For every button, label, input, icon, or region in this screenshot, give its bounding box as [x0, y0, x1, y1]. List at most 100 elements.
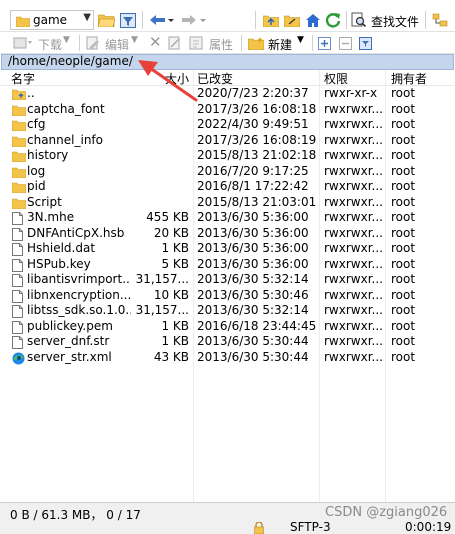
refresh-icon — [325, 13, 341, 28]
download-button[interactable]: 下载 — [38, 36, 62, 53]
file-modified: 2016/7/20 9:17:25 — [197, 163, 309, 178]
chevron-down-icon[interactable]: ▼ — [63, 35, 70, 45]
file-modified: 2013/6/30 5:36:00 — [197, 210, 309, 224]
back-button[interactable] — [148, 11, 176, 29]
file-name: channel_info — [27, 132, 103, 147]
file-size: 20 KB — [153, 225, 189, 240]
column-size-header[interactable]: 大小 — [165, 70, 189, 87]
file-permissions: rwxrwxr... — [324, 210, 382, 224]
file-modified: 2013/6/30 5:30:44 — [197, 349, 309, 364]
file-name: DNFAntiCpX.hsb — [27, 225, 125, 240]
folder-icon — [15, 15, 31, 30]
chevron-down-icon[interactable]: ▼ — [83, 12, 91, 23]
file-permissions: rwxrwxr... — [324, 179, 382, 193]
home-button[interactable] — [304, 11, 322, 29]
file-row[interactable]: .. 2020/7/23 2:20:37 rwxr-xr-x root — [0, 86, 455, 102]
file-owner: root — [391, 148, 416, 162]
path-bar[interactable]: /home/neople/game/ — [1, 54, 454, 70]
file-owner: root — [391, 179, 416, 193]
file-name: server_dnf.str — [27, 334, 110, 348]
column-name-header[interactable]: 名字 — [11, 70, 35, 87]
file-owner: root — [391, 241, 416, 255]
connection-status-bar: SFTP-3 0:00:19 — [0, 522, 455, 534]
refresh-button[interactable] — [324, 11, 342, 29]
file-name: history — [27, 148, 69, 162]
lock-icon — [253, 522, 265, 534]
file-name: libtss_sdk.so.1.0... — [27, 303, 131, 317]
folder-combo[interactable]: game ▼ — [10, 10, 94, 30]
file-owner: root — [391, 210, 416, 224]
find-files-label[interactable]: 查找文件 — [371, 13, 419, 30]
file-owner: root — [391, 256, 416, 271]
file-row[interactable]: libtss_sdk.so.1.0... 31,157... 2013/6/30 5… — [0, 303, 455, 319]
file-row[interactable]: pid 2016/8/1 17:22:42 rwxrwxr... root — [0, 179, 455, 195]
file-row[interactable]: libnxencryption.... 10 KB 2013/6/30 5:30:4… — [0, 288, 455, 304]
file-permissions: rwxrwxr... — [324, 132, 382, 147]
filter-button[interactable] — [119, 11, 137, 29]
file-name: cfg — [27, 117, 46, 131]
file-row[interactable]: cfg 2022/4/30 9:49:51 rwxrwxr... root — [0, 117, 455, 133]
file-row[interactable]: Script 2015/8/13 21:03:01 rwxrwxr... root — [0, 195, 455, 211]
layout-button[interactable] — [430, 11, 450, 29]
plus-icon — [317, 36, 331, 50]
file-modified: 2013/6/30 5:30:46 — [197, 287, 309, 302]
open-folder-icon — [97, 14, 115, 27]
rename-icon[interactable] — [166, 35, 184, 51]
root-directory-button[interactable] — [283, 11, 301, 29]
file-permissions: rwxrwxr... — [324, 241, 382, 255]
file-row[interactable]: publickey.pem 1 KB 2016/6/18 23:44:45 rwxrw… — [0, 319, 455, 335]
file-owner: root — [391, 194, 416, 209]
properties-button[interactable]: 属性 — [209, 36, 233, 53]
find-files-button[interactable] — [350, 11, 368, 29]
select-all-button[interactable] — [317, 36, 331, 50]
file-size: 31,157... — [135, 272, 189, 286]
file-owner: root — [391, 318, 416, 333]
file-modified: 2016/6/18 23:44:45 — [197, 318, 317, 333]
unselect-all-button[interactable] — [338, 36, 352, 50]
chevron-down-icon[interactable]: ▼ — [297, 35, 304, 45]
filter-selection-button[interactable] — [358, 36, 372, 50]
protocol-label: SFTP-3 — [290, 522, 331, 534]
file-row[interactable]: HSPub.key 5 KB 2013/6/30 5:36:00 rwxrwxr...… — [0, 257, 455, 273]
file-toolbar: 下载 ▼ 编辑 ▼ ✕ 属性 新建 ▼ — [0, 32, 455, 54]
file-modified: 2016/8/1 17:22:42 — [197, 179, 309, 193]
parent-directory-button[interactable] — [262, 11, 280, 29]
file-row[interactable]: libantisvrimport.... 31,157... 2013/6/30 5… — [0, 272, 455, 288]
file-list: .. 2020/7/23 2:20:37 rwxr-xr-x root captcha_… — [0, 86, 455, 365]
file-row[interactable]: history 2015/8/13 21:02:18 rwxrwxr... root — [0, 148, 455, 164]
file-row[interactable]: Hshield.dat 1 KB 2013/6/30 5:36:00 rwxrwxr.… — [0, 241, 455, 257]
file-modified: 2013/6/30 5:32:14 — [197, 303, 309, 317]
file-permissions: rwxrwxr... — [324, 194, 382, 209]
file-row[interactable]: channel_info 2017/3/26 16:08:19 rwxrwxr...… — [0, 133, 455, 149]
column-owner-header[interactable]: 拥有者 — [391, 70, 427, 87]
file-permissions: rwxrwxr... — [324, 163, 382, 178]
find-files-icon — [351, 12, 367, 28]
file-row[interactable]: DNFAntiCpX.hsb 20 KB 2013/6/30 5:36:00 rwxr… — [0, 226, 455, 242]
column-modified-header[interactable]: 已改变 — [197, 70, 233, 87]
file-row[interactable]: server_str.xml 43 KB 2013/6/30 5:30:44 rwxr… — [0, 350, 455, 366]
file-modified: 2013/6/30 5:36:00 — [197, 225, 309, 240]
file-owner: root — [391, 303, 416, 317]
file-modified: 2013/6/30 5:36:00 — [197, 256, 309, 271]
file-owner: root — [391, 225, 416, 240]
tree-layout-icon — [432, 13, 448, 27]
edit-button[interactable]: 编辑 — [105, 36, 129, 53]
new-button[interactable]: 新建 — [268, 36, 292, 53]
filter-icon — [358, 36, 372, 50]
column-permissions-header[interactable]: 权限 — [324, 70, 348, 87]
session-time: 0:00:19 — [405, 522, 452, 534]
forward-button[interactable] — [180, 11, 208, 29]
file-name: libantisvrimport.... — [27, 272, 131, 286]
file-row[interactable]: server_dnf.str 1 KB 2013/6/30 5:30:44 rwxrw… — [0, 334, 455, 350]
file-row[interactable]: log 2016/7/20 9:17:25 rwxrwxr... root — [0, 164, 455, 180]
delete-icon[interactable]: ✕ — [149, 33, 162, 51]
file-permissions: rwxrwxr... — [324, 256, 382, 271]
file-name: publickey.pem — [27, 318, 113, 333]
chevron-down-icon[interactable]: ▼ — [131, 35, 138, 45]
file-row[interactable]: 3N.mhe 455 KB 2013/6/30 5:36:00 rwxrwxr... r… — [0, 210, 455, 226]
file-owner: root — [391, 272, 416, 286]
open-folder-button[interactable] — [97, 11, 115, 29]
file-row[interactable]: captcha_font 2017/3/26 16:08:18 rwxrwxr...… — [0, 102, 455, 118]
home-icon — [306, 13, 320, 27]
file-name: HSPub.key — [27, 256, 91, 271]
